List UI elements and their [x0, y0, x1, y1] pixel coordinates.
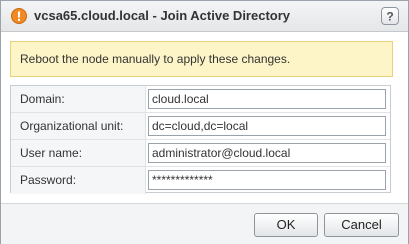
user-name-label: User name: [20, 146, 83, 160]
alert-message: Reboot the node manually to apply these … [20, 52, 291, 66]
join-ad-form: Domain: Organizational unit: User name: … [10, 85, 391, 194]
help-button[interactable]: ? [381, 7, 399, 25]
reboot-warning-banner: Reboot the node manually to apply these … [10, 41, 393, 77]
help-symbol: ? [386, 10, 393, 24]
ok-button[interactable]: OK [254, 213, 318, 237]
join-active-directory-dialog: vcsa65.cloud.local - Join Active Directo… [0, 0, 409, 244]
dialog-title: vcsa65.cloud.local - Join Active Directo… [34, 8, 291, 23]
warning-icon [11, 8, 27, 24]
user-name-input[interactable] [148, 143, 386, 163]
password-label: Password: [20, 173, 77, 187]
organizational-unit-input[interactable] [148, 116, 386, 136]
form-row-password: Password: [11, 167, 390, 194]
form-row-organizational-unit: Organizational unit: [11, 113, 390, 140]
help-icon: ? [386, 10, 393, 24]
form-row-domain: Domain: [11, 86, 390, 113]
dialog-titlebar: vcsa65.cloud.local - Join Active Directo… [1, 1, 408, 32]
cancel-button[interactable]: Cancel [324, 213, 399, 237]
form-row-user-name: User name: [11, 140, 390, 167]
domain-label: Domain: [20, 92, 65, 106]
dialog-footer: OK Cancel [1, 203, 408, 244]
domain-input[interactable] [148, 89, 386, 109]
organizational-unit-label: Organizational unit: [20, 119, 124, 133]
password-input[interactable] [148, 170, 386, 190]
